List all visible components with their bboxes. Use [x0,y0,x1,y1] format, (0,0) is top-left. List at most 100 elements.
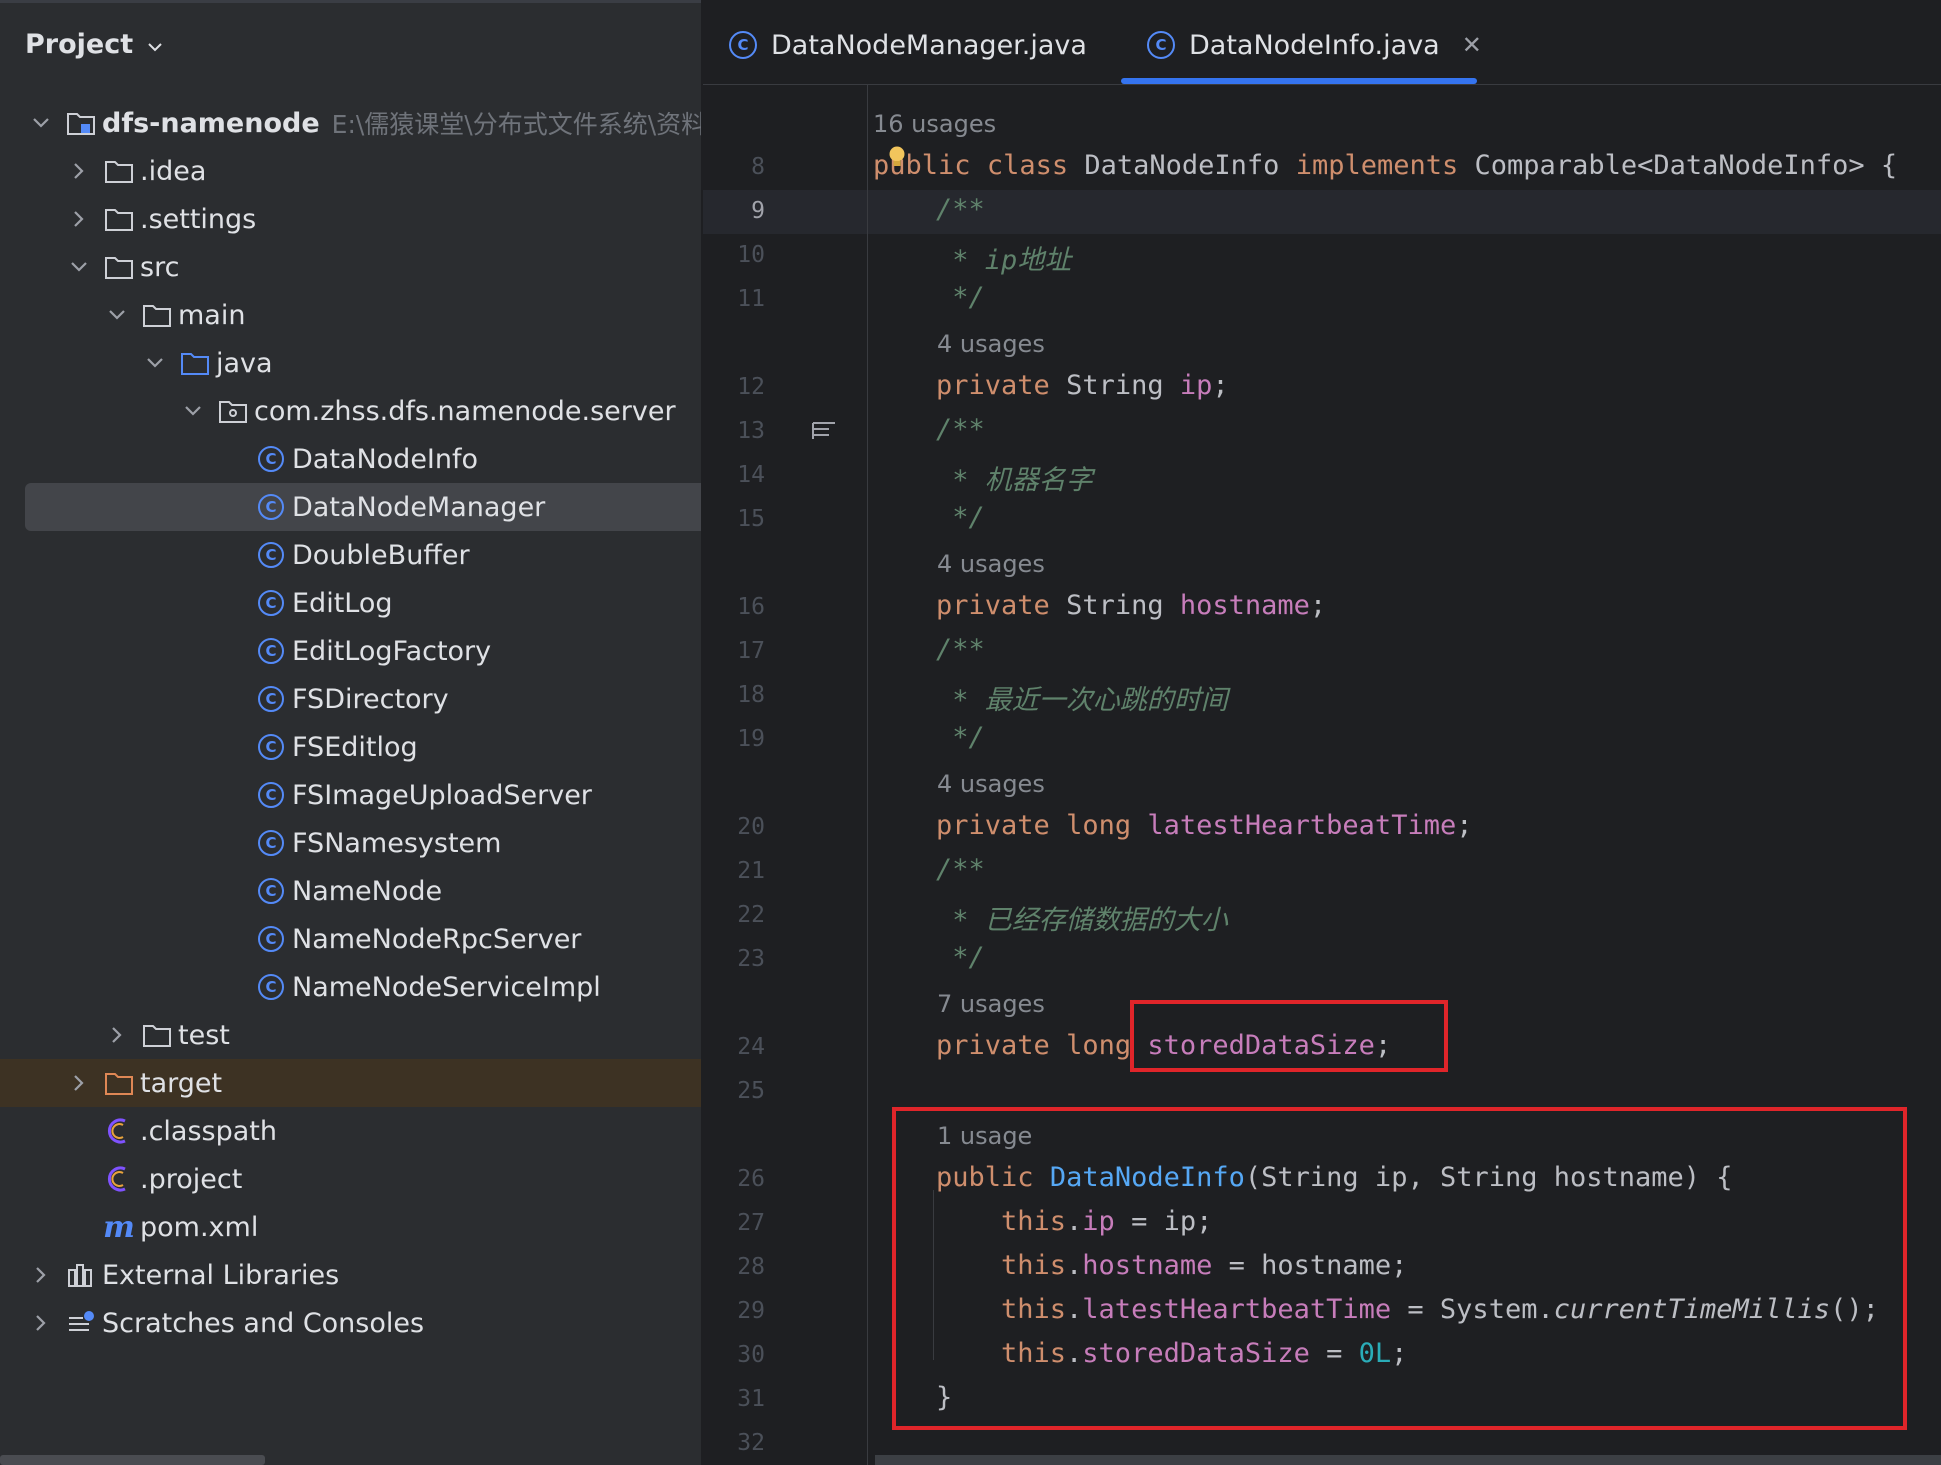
class-icon: C [256,540,286,570]
tree-item-project-file[interactable]: .project [0,1155,701,1203]
tree-item-class[interactable]: C DoubleBuffer [0,531,701,579]
comment-line: */ [936,942,985,973]
usages-hint[interactable]: 4 usages [937,550,1045,578]
keyword: private [936,370,1050,401]
tree-item-external-libraries[interactable]: External Libraries [0,1251,701,1299]
usages-hint[interactable]: 4 usages [937,330,1045,358]
field-name: hostname [1179,590,1310,621]
chevron-right-icon[interactable] [66,210,92,228]
tab-datanodemanager[interactable]: C DataNodeManager.java [729,18,1087,72]
line-number: 16 [737,594,765,620]
line-number: 22 [737,902,765,928]
comment-line: */ [936,282,985,313]
excluded-folder-icon [104,1068,134,1098]
comment-line: * 机器名字 [936,465,1093,496]
tree-item-pom[interactable]: m pom.xml [0,1203,701,1251]
tree-item-java[interactable]: java [0,339,701,387]
close-icon[interactable]: ✕ [1462,31,1482,59]
class-icon: C [256,492,286,522]
tree-item-classpath[interactable]: .classpath [0,1107,701,1155]
comment-line: * 已经存储数据的大小 [936,905,1228,936]
class-name: DataNodeInfo [1084,150,1280,181]
line-number: 19 [737,726,765,752]
usages-hint[interactable]: 4 usages [937,770,1045,798]
tree-item-label: test [178,1019,230,1051]
lightbulb-icon[interactable] [888,146,906,168]
tree-item-test[interactable]: test [0,1011,701,1059]
comment-line: */ [936,722,985,753]
structure-icon[interactable] [811,420,837,446]
source-folder-icon [180,348,210,378]
line-number: 14 [737,462,765,488]
chevron-down-icon[interactable] [28,117,54,129]
current-line-highlight [703,190,1941,234]
comment-line: /** [936,634,985,665]
chevron-down-icon[interactable] [142,357,168,369]
editor-horizontal-scrollbar[interactable] [875,1455,1941,1465]
chevron-right-icon[interactable] [66,1074,92,1092]
editor-tab-bar: C DataNodeManager.java C DataNodeInfo.ja… [703,0,1941,85]
tree-item-class[interactable]: C FSDirectory [0,675,701,723]
field-name: ip [1179,370,1213,401]
line-number: 24 [737,1034,765,1060]
tree-item-class[interactable]: C NameNode [0,867,701,915]
chevron-down-icon[interactable] [104,309,130,321]
tree-item-main[interactable]: main [0,291,701,339]
code-line-12: private String ip; [936,370,1229,401]
line-number: 21 [737,858,765,884]
line-number: 8 [751,154,765,180]
tree-item-label: FSImageUploadServer [292,779,592,811]
class-icon: C [256,828,286,858]
chevron-right-icon[interactable] [66,162,92,180]
comment-line: /** [936,414,985,445]
semicolon: ; [1212,370,1229,401]
tab-datanodeinfo[interactable]: C DataNodeInfo.java ✕ [1147,18,1482,72]
usages-hint[interactable]: 16 usages [873,110,996,138]
tree-item-class[interactable]: C FSImageUploadServer [0,771,701,819]
tree-item-target[interactable]: target [0,1059,701,1107]
tree-item-settings[interactable]: .settings [0,195,701,243]
tree-item-label: dfs-namenode [102,107,320,139]
chevron-right-icon[interactable] [104,1026,130,1044]
line-number: 28 [737,1254,765,1280]
tree-item-class[interactable]: C NameNodeServiceImpl [0,963,701,1011]
package-icon [218,396,248,426]
tree-item-label: FSNamesystem [292,827,502,859]
chevron-right-icon[interactable] [28,1314,54,1332]
tree-item-dfs-namenode[interactable]: dfs-namenode E:\儒猿课堂\分布式文件系统\资料 [0,99,701,147]
chevron-down-icon[interactable] [180,405,206,417]
tree-item-class[interactable]: C NameNodeRpcServer [0,915,701,963]
line-number: 32 [737,1430,765,1456]
tree-item-idea[interactable]: .idea [0,147,701,195]
tree-item-class[interactable]: C EditLogFactory [0,627,701,675]
project-panel: Project dfs-namenode E:\儒猿课堂\分布式文件系统\资料 … [0,0,701,1465]
tree-item-scratches[interactable]: Scratches and Consoles [0,1299,701,1347]
tree-item-class-selected[interactable]: C DataNodeManager [25,483,701,531]
eclipse-file-icon [104,1116,134,1146]
usages-hint[interactable]: 7 usages [937,990,1045,1018]
line-number: 10 [737,242,765,268]
tab-label: DataNodeInfo.java [1189,29,1440,61]
tree-item-label: FSDirectory [292,683,449,715]
class-icon: C [256,444,286,474]
project-horizontal-scrollbar[interactable] [0,1455,265,1465]
tab-label: DataNodeManager.java [771,29,1087,61]
line-number: 29 [737,1298,765,1324]
eclipse-file-icon [104,1164,134,1194]
chevron-down-icon[interactable] [66,261,92,273]
tree-item-class[interactable]: C DataNodeInfo [0,435,701,483]
project-view-selector[interactable]: Project [25,24,163,64]
tree-item-class[interactable]: C EditLog [0,579,701,627]
semicolon: ; [1456,810,1473,841]
tree-item-class[interactable]: C FSEditlog [0,723,701,771]
chevron-right-icon[interactable] [28,1266,54,1284]
tree-item-package[interactable]: com.zhss.dfs.namenode.server [0,387,701,435]
tree-item-src[interactable]: src [0,243,701,291]
tree-item-class[interactable]: C FSNamesystem [0,819,701,867]
tree-item-label: DataNodeManager [292,491,546,523]
tree-item-label: External Libraries [102,1259,340,1291]
tree-item-label: java [216,347,273,379]
tree-item-label: .classpath [140,1115,277,1147]
tree-item-label: NameNodeServiceImpl [292,971,601,1003]
tree-item-label: NameNode [292,875,443,907]
